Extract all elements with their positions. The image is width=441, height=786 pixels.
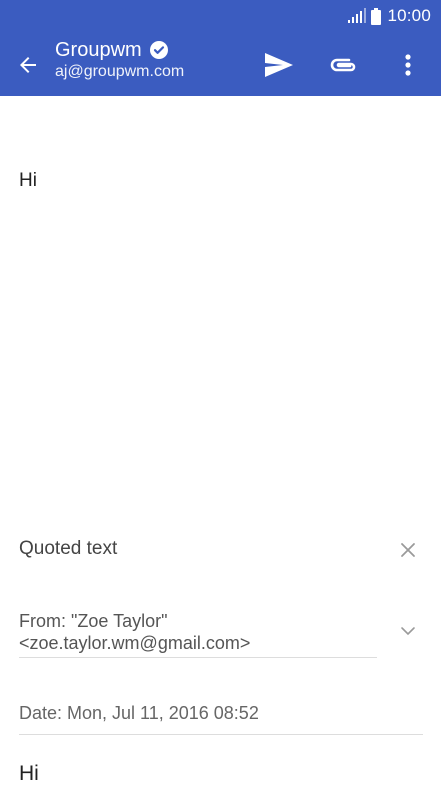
quoted-text-header: Quoted text: [19, 538, 118, 559]
quoted-date: Date: Mon, Jul 11, 2016 08:52: [19, 702, 423, 735]
battery-icon: [371, 7, 382, 25]
account-selector[interactable]: Groupwm aj@groupwm.com: [55, 38, 184, 82]
back-button[interactable]: [13, 50, 43, 80]
status-time: 10:00: [387, 6, 431, 25]
status-bar: 10:00: [0, 0, 441, 32]
quoted-body: Hi: [19, 762, 39, 785]
quoted-from-name: From: "Zoe Taylor": [19, 611, 168, 631]
arrow-back-icon: [20, 57, 36, 73]
chevron-down-icon[interactable]: [398, 624, 418, 638]
check-circle-icon: [149, 41, 168, 59]
signal-icon: [348, 8, 367, 23]
send-icon[interactable]: [263, 52, 295, 78]
quoted-from: From: "Zoe Taylor" <zoe.taylor.wm@gmail.…: [19, 610, 377, 658]
app-bar: Groupwm aj@groupwm.com: [0, 32, 441, 96]
account-name: Groupwm: [55, 39, 142, 61]
more-vert-icon[interactable]: [398, 50, 418, 80]
compose-body[interactable]: Hi: [19, 170, 37, 192]
quoted-from-email: <zoe.taylor.wm@gmail.com>: [19, 633, 251, 653]
account-email: aj@groupwm.com: [55, 63, 185, 80]
close-icon[interactable]: [398, 540, 418, 560]
paperclip-icon[interactable]: [327, 54, 359, 76]
